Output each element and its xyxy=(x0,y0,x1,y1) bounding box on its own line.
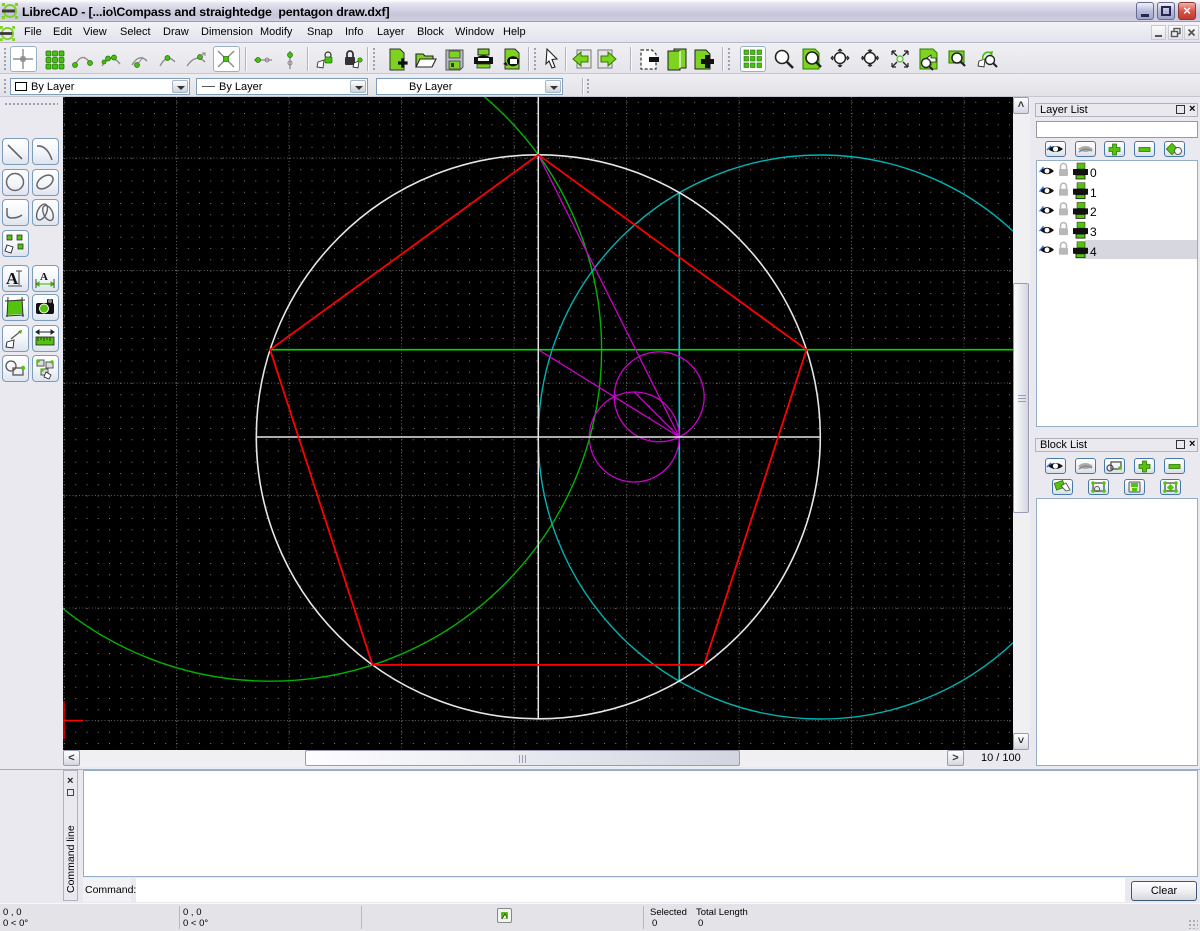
svg-text:A: A xyxy=(40,271,48,283)
svg-text:A: A xyxy=(6,269,19,288)
